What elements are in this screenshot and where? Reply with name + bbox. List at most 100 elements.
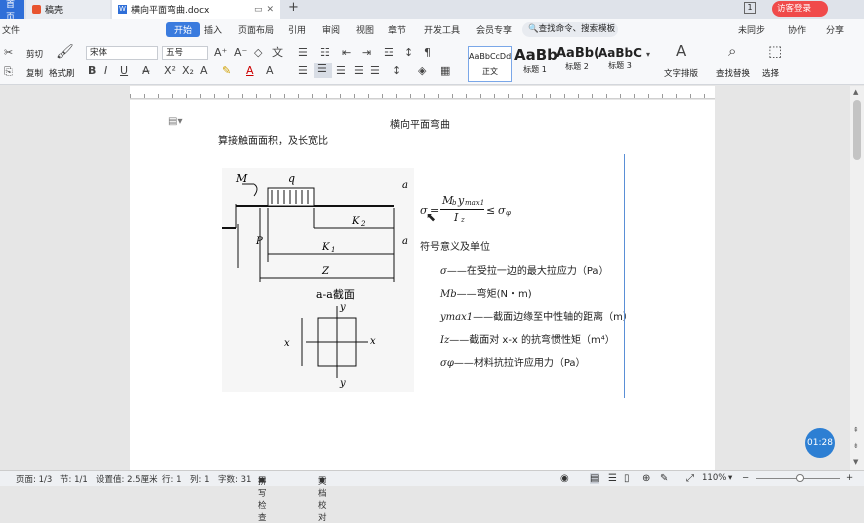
page-view-icon[interactable]: ▤ [590,473,600,484]
read-view-icon[interactable]: ▯ [624,473,630,484]
menu-references[interactable]: 引用 [288,23,306,36]
border-icon[interactable]: ▦ [440,65,450,77]
outline-view-icon[interactable]: ☰ [608,473,617,484]
chinese-layout-icon[interactable]: ☲ [384,47,394,59]
eye-icon[interactable]: ◉ [560,473,569,484]
bullet-list-icon[interactable]: ☰ [298,47,308,59]
menu-dev-tools[interactable]: 开发工具 [424,23,460,36]
menu-member[interactable]: 会员专享 [476,23,512,36]
login-button[interactable]: 访客登录 [772,1,828,17]
vertical-scrollbar[interactable]: ▲ ⇞ ⇟ ▼ [850,86,864,470]
command-search[interactable]: 🔍查找命令、搜索模板 [522,22,618,37]
shrink-font-icon[interactable]: A⁻ [234,47,247,59]
formula-sp-sub: φ [506,209,511,217]
formula-ymax: y [458,194,465,207]
bold-button[interactable]: B [88,65,96,77]
decrease-indent-icon[interactable]: ⇤ [342,47,351,59]
highlight-icon[interactable]: ✎ [222,65,231,77]
zoom-slider-thumb[interactable] [796,474,804,482]
show-marks-icon[interactable]: ¶ [424,47,431,59]
scroll-down-icon[interactable]: ▼ [853,458,858,466]
grow-font-icon[interactable]: A⁺ [214,47,227,59]
close-tab-icon[interactable]: ✕ [266,5,274,15]
align-left-icon[interactable]: ☰ [298,65,308,77]
copy-label: 复制 [26,69,44,79]
tab-draft[interactable]: 稿壳 [26,0,110,19]
horizontal-ruler[interactable] [130,86,715,99]
status-page[interactable]: 页面: 1/3 [16,473,52,485]
prev-page-icon[interactable]: ⇞ [853,426,859,434]
doc-intro: 算接触面面积，及长宽比 [218,136,328,147]
select-icon[interactable]: ⬚ [768,44,782,59]
font-family-select[interactable]: 宋体 [86,46,158,60]
superscript-icon[interactable]: X² [164,65,176,77]
menu-insert[interactable]: 插入 [204,23,222,36]
menu-view[interactable]: 视图 [356,23,374,36]
italic-button[interactable]: I [104,65,107,77]
mouse-cursor-icon: ⬉ [426,210,437,224]
text-layout-icon[interactable]: A [676,44,686,59]
distributed-icon[interactable]: ☰ [370,65,380,77]
menu-chapter[interactable]: 章节 [388,23,406,36]
zoom-out-icon[interactable]: − [742,473,749,483]
scroll-up-icon[interactable]: ▲ [853,88,858,96]
font-color-button[interactable]: A [246,65,254,77]
tab-home[interactable]: 首页 [0,0,24,23]
zoom-level[interactable]: 110% [702,473,726,483]
menu-review[interactable]: 审阅 [322,23,340,36]
justify-icon[interactable]: ☰ [354,65,364,77]
sort-icon[interactable]: ↕ [404,47,413,59]
text-layout-label[interactable]: 文字排版 [664,67,698,79]
legend-item: Mb——弯矩(N・m) [440,289,532,300]
underline-button[interactable]: U [120,65,128,77]
menu-file[interactable]: 文件 [2,23,20,36]
badge-icon[interactable]: 1 [744,2,756,14]
align-center-selected[interactable]: ☰ [314,63,332,78]
cut-icon[interactable]: ✂ [4,47,13,59]
styles-more-icon[interactable]: ▾ [646,49,650,61]
char-shade-icon[interactable]: A [266,65,274,77]
collab-button[interactable]: 协作 [788,23,806,36]
find-replace-icon[interactable]: ⌕ [728,44,736,59]
next-page-icon[interactable]: ⇟ [853,442,859,450]
format-painter-icon[interactable]: 🖌 [56,45,74,59]
font-size-select[interactable]: 五号 [162,46,208,60]
align-right-icon[interactable]: ☰ [336,65,346,77]
sync-status[interactable]: 未同步 [738,23,765,36]
tab-document[interactable]: W 横向平面弯曲.docx ▭ ✕ [112,0,280,19]
font-size-value: 五号 [166,48,184,58]
find-replace-label[interactable]: 查找替换 [716,67,750,79]
strikethrough-icon[interactable]: A̶ [142,65,150,77]
text-effect-icon[interactable]: A [200,65,208,77]
increase-indent-icon[interactable]: ⇥ [362,47,371,59]
new-tab-button[interactable]: + [288,0,299,15]
web-view-icon[interactable]: ⊕ [642,473,650,484]
subscript-icon[interactable]: X₂ [182,65,194,77]
clear-format-icon[interactable]: ◇ [254,47,262,59]
timer-badge[interactable]: 01:28 [805,428,835,458]
zoom-dropdown-icon[interactable]: ▾ [728,473,732,483]
scroll-thumb[interactable] [853,100,861,160]
menu-layout[interactable]: 页面布局 [238,23,274,36]
style-heading2[interactable]: AaBb( 标题 2 [556,46,598,82]
paragraph-nav-icon[interactable]: ▤▾ [168,116,182,127]
select-label[interactable]: 选择 [762,67,779,79]
write-view-icon[interactable]: ✎ [660,473,668,484]
status-words[interactable]: 字数: 31 [218,473,251,485]
style-heading3[interactable]: AaBbC( 标题 3 [598,46,642,82]
menu-start[interactable]: 开始 [166,22,201,37]
window-icon[interactable]: ▭ [254,5,263,15]
share-button[interactable]: 分享 [826,23,844,36]
pinyin-icon[interactable]: 文 [272,47,283,59]
style-heading1[interactable]: AaBb 标题 1 [514,46,558,82]
zoom-in-icon[interactable]: + [846,473,853,483]
fit-icon[interactable]: ⤢ [686,473,694,484]
shading-icon[interactable]: ◈ [418,65,426,77]
line-spacing-icon[interactable]: ↕ [392,65,401,77]
style-normal[interactable]: AaBbCcDd 正文 [468,46,512,82]
copy-icon[interactable]: ⎘ [4,66,13,78]
numbered-list-icon[interactable]: ☷ [320,47,330,59]
document-page[interactable]: ▤▾ 横向平面弯曲 算接触面面积，及长宽比 M q a a P K 2 K 1 … [130,100,715,470]
label-a-bottom: a [402,236,408,247]
legend-sym: Mb [440,289,457,300]
